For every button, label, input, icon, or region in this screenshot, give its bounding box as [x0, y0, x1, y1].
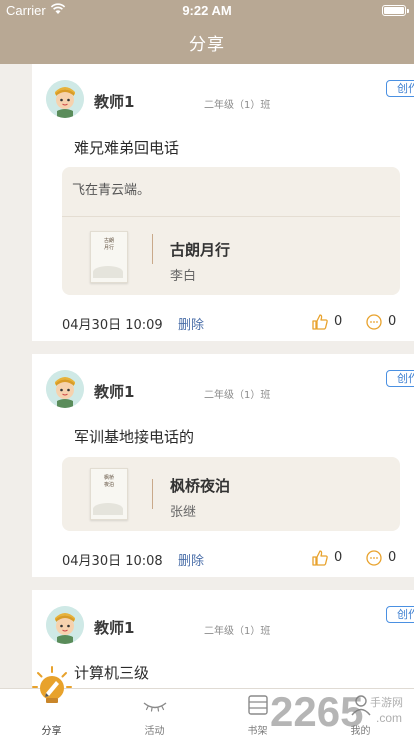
author-name: 教师1	[94, 619, 135, 637]
post-title[interactable]: 难兄难弟回电话	[74, 137, 179, 158]
creation-tag: 创作	[386, 606, 414, 623]
comment-count: 0	[388, 314, 397, 329]
creation-tag: 创作	[386, 370, 414, 387]
thumbs-up-icon[interactable]	[311, 549, 329, 567]
class-label: 二年级（1）班	[204, 390, 271, 401]
like-count: 0	[334, 550, 343, 565]
child-avatar-icon	[46, 80, 84, 118]
post-title[interactable]: 计算机三级	[74, 662, 149, 683]
book-divider	[152, 234, 153, 264]
delete-button[interactable]: 删除	[178, 314, 204, 333]
eye-lash-icon	[143, 702, 167, 712]
comment-icon[interactable]	[365, 313, 383, 331]
lightbulb-pen-icon	[32, 666, 72, 703]
book-title: 古朗月行	[170, 241, 231, 259]
avatar[interactable]	[46, 80, 84, 118]
post-date: 04月30日 10:09	[62, 318, 163, 333]
quoted-book-box[interactable]: 枫桥夜泊 枫桥夜泊 张继	[62, 457, 400, 531]
child-avatar-icon	[46, 606, 84, 644]
app-screen: Carrier 9:22 AM 分享 教师1 二年级（1）班 创作 难兄难弟回电…	[0, 0, 414, 736]
tab-label: 分享	[41, 726, 62, 736]
avatar[interactable]	[46, 370, 84, 408]
book-author: 李白	[170, 269, 197, 284]
book-divider	[152, 479, 153, 509]
share-feed[interactable]: 教师1 二年级（1）班 创作 难兄难弟回电话 飞在青云端。 古朗月行 古朗月行 …	[0, 64, 414, 688]
like-count: 0	[334, 314, 343, 329]
child-avatar-icon	[46, 370, 84, 408]
book-cover: 枫桥夜泊	[90, 468, 128, 520]
post-card[interactable]: 教师1 二年级（1）班 创作 军训基地接电话的 枫桥夜泊 枫桥夜泊 张继 04月…	[32, 354, 414, 577]
tab-activity[interactable]: 活动	[103, 689, 206, 736]
status-bar: Carrier 9:22 AM	[0, 0, 414, 22]
navigation-header: Carrier 9:22 AM 分享	[0, 0, 414, 64]
post-date: 04月30日 10:08	[62, 554, 163, 569]
comment-count: 0	[388, 550, 397, 565]
class-label: 二年级（1）班	[204, 626, 271, 637]
watermark-sub: 手游网	[370, 695, 403, 709]
tab-share[interactable]: 分享	[0, 666, 103, 736]
quoted-book-box[interactable]: 飞在青云端。 古朗月行 古朗月行 李白	[62, 167, 400, 295]
tab-label: 活动	[144, 726, 165, 736]
battery-icon	[382, 5, 409, 16]
post-card[interactable]: 教师1 二年级（1）班 创作 计算机三级	[32, 590, 414, 688]
quote-text: 飞在青云端。	[72, 183, 151, 198]
class-label: 二年级（1）班	[204, 100, 271, 111]
page-title: 分享	[189, 35, 225, 55]
delete-button[interactable]: 删除	[178, 550, 204, 569]
post-title[interactable]: 军训基地接电话的	[74, 426, 194, 447]
clock: 9:22 AM	[182, 3, 232, 18]
watermark-domain: .com	[376, 711, 402, 725]
comment-icon[interactable]	[365, 549, 383, 567]
watermark-number: 2265	[270, 688, 363, 735]
site-watermark-logo: 2265 手游网 .com	[270, 688, 403, 735]
post-card[interactable]: 教师1 二年级（1）班 创作 难兄难弟回电话 飞在青云端。 古朗月行 古朗月行 …	[32, 64, 414, 341]
author-name: 教师1	[94, 383, 135, 401]
book-title: 枫桥夜泊	[170, 477, 231, 495]
thumbs-up-icon[interactable]	[311, 313, 329, 331]
book-author: 张继	[170, 505, 197, 520]
author-name: 教师1	[94, 93, 135, 111]
creation-tag: 创作	[386, 80, 414, 97]
avatar[interactable]	[46, 606, 84, 644]
quote-divider	[62, 216, 400, 217]
book-cover: 古朗月行	[90, 231, 128, 283]
